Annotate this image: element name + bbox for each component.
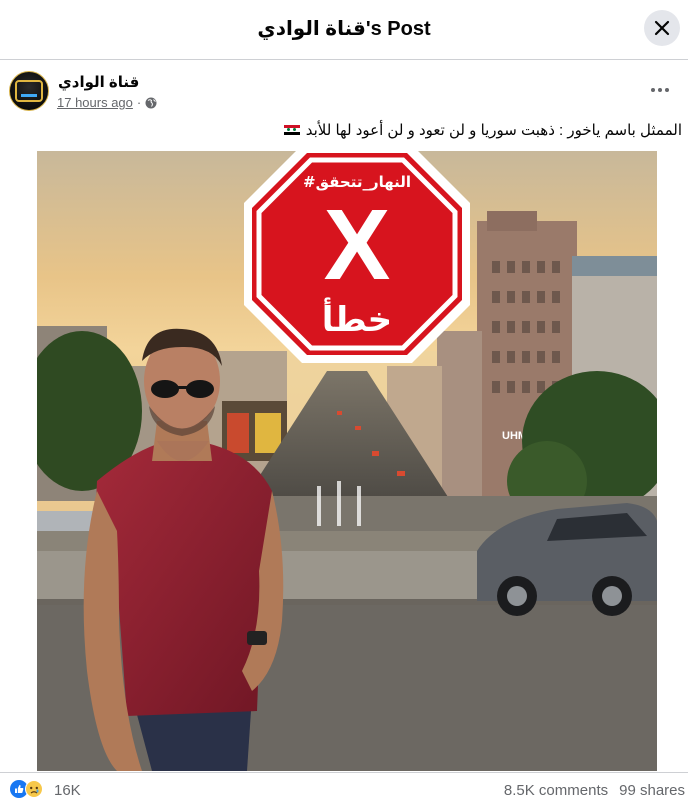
globe-icon[interactable]	[145, 97, 157, 109]
syria-flag-icon	[283, 124, 300, 136]
reaction-count[interactable]: 16K	[54, 782, 81, 799]
more-options-button[interactable]	[646, 76, 674, 104]
modal-title: قناة الوادي's Post	[257, 18, 431, 40]
shares-count-link[interactable]: 99 shares	[619, 782, 685, 799]
close-button[interactable]	[644, 10, 680, 46]
reaction-icons[interactable]	[10, 780, 43, 798]
page-name-link[interactable]: قناة الوادي	[58, 73, 139, 91]
comments-count-link[interactable]: 8.5K comments	[504, 782, 608, 799]
meta-separator: ·	[136, 95, 142, 110]
post-header: قناة الوادي 17 hours ago ·	[0, 60, 688, 120]
post-caption: الممثل باسم ياخور : ذهبت سوريا و لن تعود…	[280, 121, 682, 139]
post-photo[interactable]: UHM #النهار_تتحقق X خطأ	[37, 151, 657, 771]
close-icon	[654, 20, 670, 36]
stamp-x-mark: X	[324, 189, 391, 301]
tv-logo-icon	[15, 80, 43, 102]
photo-scene: UHM #النهار_تتحقق X خطأ	[37, 151, 657, 771]
reactions-bar: 16K 8.5K comments 99 shares	[0, 772, 688, 805]
fact-check-stamp: #النهار_تتحقق X خطأ	[244, 151, 470, 363]
dot-icon	[658, 88, 662, 92]
post-stats: 8.5K comments 99 shares	[504, 782, 685, 799]
post-timestamp-link[interactable]: 17 hours ago	[57, 95, 133, 110]
post-meta: 17 hours ago ·	[57, 95, 157, 110]
modal-header: قناة الوادي's Post	[0, 0, 688, 60]
sad-reaction-icon	[25, 780, 43, 798]
dot-icon	[665, 88, 669, 92]
page-avatar[interactable]	[9, 71, 49, 111]
caption-text: الممثل باسم ياخور : ذهبت سوريا و لن تعود…	[305, 122, 682, 139]
dot-icon	[651, 88, 655, 92]
stamp-verdict: خطأ	[322, 297, 392, 340]
